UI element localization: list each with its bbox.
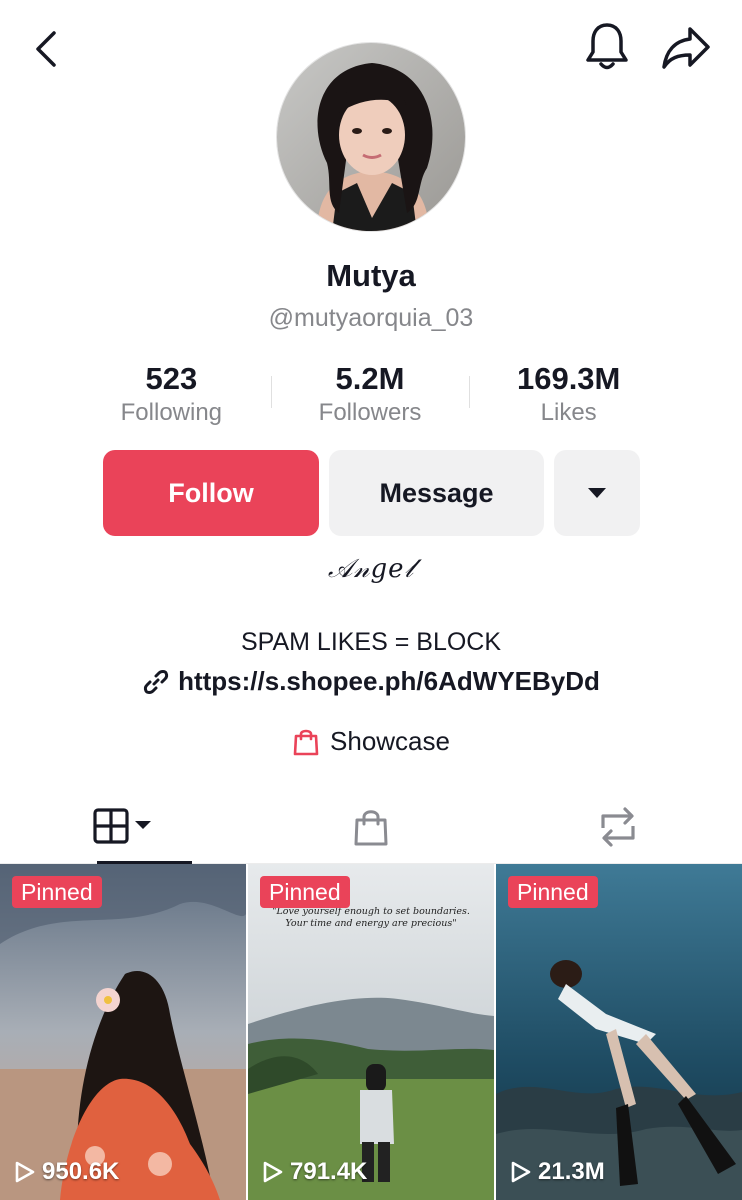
stat-value: 523	[145, 361, 198, 396]
notification-bell-button[interactable]	[578, 18, 636, 76]
play-icon	[511, 1161, 531, 1183]
stat-likes[interactable]: 169.3M Likes	[469, 360, 668, 432]
content-tabs	[0, 790, 742, 864]
link-icon	[143, 669, 169, 694]
view-count-text: 791.4K	[290, 1158, 368, 1185]
share-arrow-icon	[662, 27, 710, 69]
view-count: 791.4K	[262, 1158, 367, 1186]
view-count-text: 21.3M	[538, 1158, 605, 1185]
stat-label: Followers	[318, 399, 422, 426]
tab-shop[interactable]	[247, 790, 494, 863]
message-button[interactable]: Message	[329, 450, 544, 536]
profile-name: Mutya	[326, 258, 416, 293]
nickname-art: 𝒜𝓃𝑔𝑒𝓁	[327, 554, 415, 584]
video-tile[interactable]: Pinned 21.3M	[496, 864, 742, 1200]
video-tile[interactable]: Pinned 950.6K	[0, 864, 246, 1200]
stat-label: Following	[120, 399, 223, 426]
profile-stats: 523 Following 5.2M Followers 169.3M Like…	[72, 360, 668, 432]
stat-label: Likes	[540, 399, 597, 426]
profile-handle: @mutyaorquia_03	[268, 304, 474, 332]
stat-followers[interactable]: 5.2M Followers	[270, 360, 470, 432]
caret-down-icon	[588, 488, 606, 498]
showcase-label: Showcase	[330, 726, 450, 756]
chevron-left-icon	[36, 31, 56, 67]
video-quote: "Love yourself enough to set boundaries.…	[272, 906, 470, 929]
video-grid: Pinned 950.6K "Love yourself enough to s…	[0, 864, 742, 1200]
view-count: 21.3M	[510, 1158, 605, 1186]
play-icon	[263, 1161, 283, 1183]
avatar[interactable]	[276, 42, 466, 232]
shopping-bag-icon	[293, 729, 319, 755]
view-count: 950.6K	[14, 1158, 119, 1186]
shopping-bag-icon	[354, 809, 388, 845]
avatar-image	[277, 43, 465, 231]
more-options-button[interactable]	[554, 450, 640, 536]
stat-following[interactable]: 523 Following	[72, 360, 271, 432]
video-thumbnail	[0, 864, 246, 1200]
bell-icon	[586, 23, 628, 70]
stat-value: 169.3M	[516, 361, 621, 396]
back-button[interactable]	[20, 22, 74, 76]
play-icon	[15, 1161, 35, 1183]
bio-text: SPAM LIKES = BLOCK	[240, 628, 502, 656]
tab-videos[interactable]	[0, 790, 247, 864]
video-tile[interactable]: "Love yourself enough to set boundaries.…	[248, 864, 494, 1200]
bio-link[interactable]: https://s.shopee.ph/6AdWYEByDd	[0, 666, 742, 697]
pinned-badge: Pinned	[260, 876, 350, 908]
tab-reposts[interactable]	[495, 790, 742, 863]
repost-icon	[601, 806, 635, 847]
view-count-text: 950.6K	[42, 1158, 120, 1185]
grid-icon	[93, 807, 151, 844]
showcase-link[interactable]: Showcase	[0, 726, 742, 757]
pinned-badge: Pinned	[508, 876, 598, 908]
follow-button[interactable]: Follow	[103, 450, 319, 536]
stat-value: 5.2M	[335, 361, 405, 396]
share-button[interactable]	[656, 18, 716, 78]
video-thumbnail	[496, 864, 742, 1200]
bio-link-text: https://s.shopee.ph/6AdWYEByDd	[178, 666, 600, 696]
pinned-badge: Pinned	[12, 876, 102, 908]
